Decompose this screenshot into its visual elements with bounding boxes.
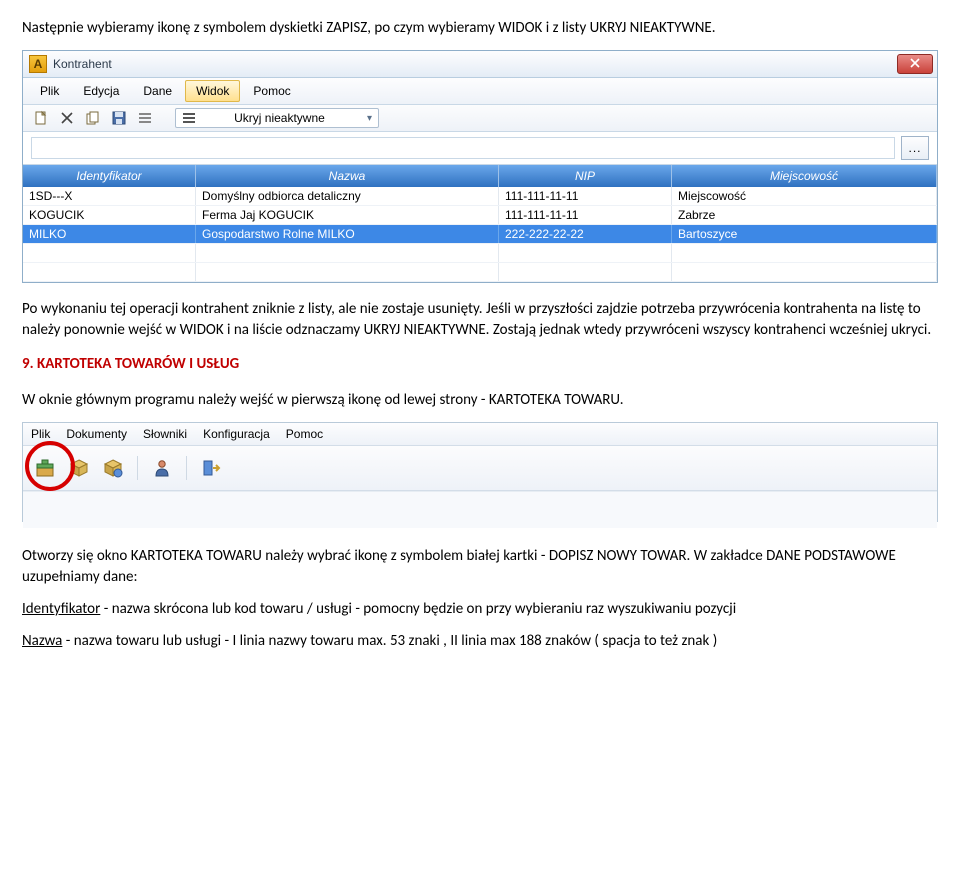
- ident-desc: - nazwa skrócona lub kod towaru / usługi…: [100, 600, 736, 618]
- window-kontrahent: A Kontrahent Plik Edycja Dane Widok Pomo…: [22, 50, 938, 283]
- doc-after-shot2: Otworzy się okno KARTOTEKA TOWARU należy…: [22, 546, 938, 587]
- dropdown-value: Ukryj nieaktywne: [234, 111, 325, 125]
- table-row[interactable]: 1SD---X Domyślny odbiorca detaliczny 111…: [23, 187, 937, 206]
- app-icon: A: [29, 55, 47, 73]
- search-input[interactable]: [31, 137, 895, 159]
- chevron-down-icon: ▾: [367, 113, 372, 124]
- doc-after-shot1: Po wykonaniu tej operacji kontrahent zni…: [22, 299, 938, 340]
- close-icon: [910, 57, 920, 71]
- doc-ident-line: Identyfikator - nazwa skrócona lub kod t…: [22, 599, 938, 619]
- toolbar-divider: [137, 456, 138, 480]
- titlebar: A Kontrahent: [23, 51, 937, 78]
- window-title: Kontrahent: [53, 57, 897, 71]
- main-window-body: [23, 491, 937, 528]
- browse-button[interactable]: ...: [901, 136, 929, 160]
- person-icon[interactable]: [152, 458, 172, 478]
- main-toolbar: [23, 446, 937, 491]
- delete-icon[interactable]: [57, 108, 77, 128]
- ident-label: Identyfikator: [22, 600, 100, 618]
- table-row[interactable]: KOGUCIK Ferma Jaj KOGUCIK 111-111-11-11 …: [23, 206, 937, 225]
- cell-nazwa: Ferma Jaj KOGUCIK: [196, 206, 499, 225]
- table-row: [23, 244, 937, 263]
- menu-dane[interactable]: Dane: [132, 80, 183, 102]
- toolbar-divider: [186, 456, 187, 480]
- menu-main-pomoc[interactable]: Pomoc: [286, 427, 323, 441]
- menu-plik[interactable]: Plik: [29, 80, 70, 102]
- main-menubar: Plik Dokumenty Słowniki Konfiguracja Pom…: [23, 423, 937, 446]
- copy-icon[interactable]: [83, 108, 103, 128]
- section-heading-9: 9. KARTOTEKA TOWARÓW I USŁUG: [22, 354, 938, 374]
- table-row: [23, 263, 937, 282]
- menu-main-dokumenty[interactable]: Dokumenty: [66, 427, 127, 441]
- exit-icon[interactable]: [201, 458, 221, 478]
- box2-icon[interactable]: [103, 458, 123, 478]
- menu-edycja[interactable]: Edycja: [72, 80, 130, 102]
- toolbar: Ukryj nieaktywne ▾: [23, 105, 937, 132]
- cell-miejsc: Miejscowość: [672, 187, 937, 206]
- doc-mainprog-intro: W oknie głównym programu należy wejść w …: [22, 390, 938, 410]
- box1-icon[interactable]: [69, 458, 89, 478]
- list-small-icon: [182, 111, 196, 125]
- col-nazwa[interactable]: Nazwa: [196, 165, 499, 187]
- nazwa-desc: - nazwa towaru lub usługi - I linia nazw…: [62, 632, 717, 650]
- cell-nip: 111-111-11-11: [499, 187, 672, 206]
- menu-main-konfiguracja[interactable]: Konfiguracja: [203, 427, 270, 441]
- hide-inactive-dropdown[interactable]: Ukryj nieaktywne ▾: [175, 108, 379, 128]
- table-row[interactable]: MILKO Gospodarstwo Rolne MILKO 222-222-2…: [23, 225, 937, 244]
- list-icon[interactable]: [135, 108, 155, 128]
- doc-intro: Następnie wybieramy ikonę z symbolem dys…: [22, 18, 938, 38]
- nazwa-label: Nazwa: [22, 632, 62, 650]
- cell-id: 1SD---X: [23, 187, 196, 206]
- cell-nazwa: Gospodarstwo Rolne MILKO: [196, 225, 499, 244]
- cell-nip: 111-111-11-11: [499, 206, 672, 225]
- search-row: ...: [23, 132, 937, 165]
- window-main-program: Plik Dokumenty Słowniki Konfiguracja Pom…: [22, 422, 938, 522]
- menu-main-slowniki[interactable]: Słowniki: [143, 427, 187, 441]
- kartoteka-towaru-icon[interactable]: [35, 458, 55, 478]
- col-miejscowosc[interactable]: Miejscowość: [672, 165, 937, 187]
- save-icon[interactable]: [109, 108, 129, 128]
- menu-widok[interactable]: Widok: [185, 80, 240, 102]
- menu-pomoc[interactable]: Pomoc: [242, 80, 301, 102]
- cell-miejsc: Bartoszyce: [672, 225, 937, 244]
- doc-nazwa-line: Nazwa - nazwa towaru lub usługi - I lini…: [22, 631, 938, 651]
- col-identyfikator[interactable]: Identyfikator: [23, 165, 196, 187]
- col-nip[interactable]: NIP: [499, 165, 672, 187]
- menubar: Plik Edycja Dane Widok Pomoc: [23, 78, 937, 105]
- cell-miejsc: Zabrze: [672, 206, 937, 225]
- cell-nazwa: Domyślny odbiorca detaliczny: [196, 187, 499, 206]
- cell-id: KOGUCIK: [23, 206, 196, 225]
- data-grid: Identyfikator Nazwa NIP Miejscowość 1SD-…: [23, 165, 937, 282]
- new-icon[interactable]: [31, 108, 51, 128]
- close-button[interactable]: [897, 54, 933, 74]
- menu-main-plik[interactable]: Plik: [31, 427, 50, 441]
- cell-nip: 222-222-22-22: [499, 225, 672, 244]
- cell-id: MILKO: [23, 225, 196, 244]
